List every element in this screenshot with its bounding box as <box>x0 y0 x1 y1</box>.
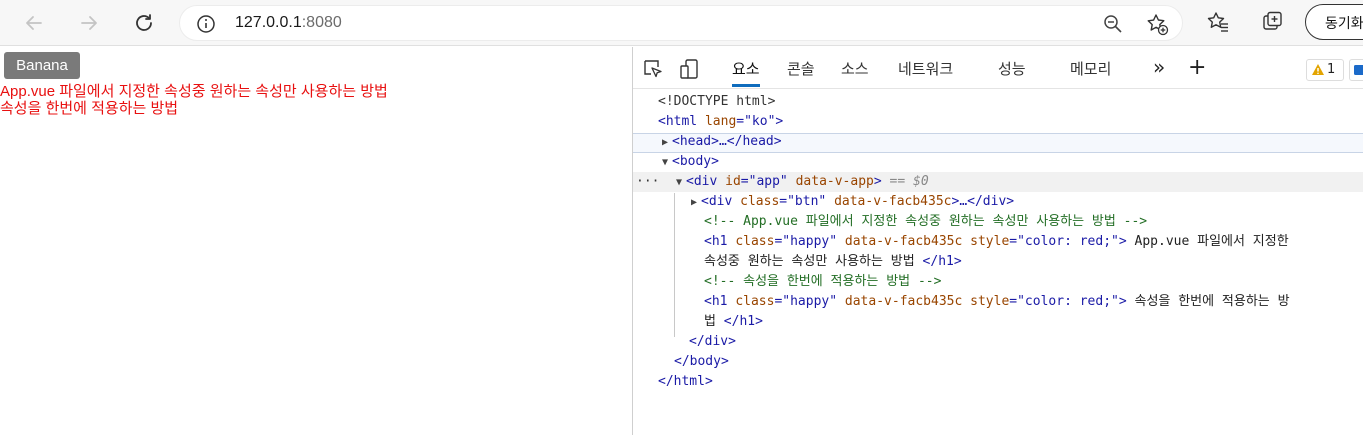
body-close-node[interactable]: </body> <box>674 352 729 372</box>
tab-network[interactable]: 네트워크 <box>898 58 953 79</box>
devtools-panel: 요소 콘솔 소스 네트워크 성능 메모리 » + 1 <!DOCTYPE htm… <box>633 47 1363 435</box>
h1-node-1[interactable]: <h1 class="happy" data-v-facb435c style=… <box>704 232 1289 252</box>
warnings-count: 1 <box>1327 62 1336 77</box>
html-tag: <html <box>658 114 698 129</box>
head-node[interactable]: ▶ <head>…</head> <box>662 132 782 152</box>
data-v-app-attr: data-v-app <box>795 174 874 189</box>
url-host: 127.0.0.1 <box>235 14 302 31</box>
div-tag: <div <box>701 194 733 209</box>
html-lang-attr: lang <box>704 114 737 129</box>
id-val: "app" <box>748 174 788 189</box>
style-attr: style <box>970 234 1010 249</box>
url-port: :8080 <box>301 14 342 31</box>
style-val: "color: red;" <box>1017 294 1119 309</box>
expand-triangle-icon[interactable]: ▶ <box>662 133 672 153</box>
doctype-node[interactable]: <!DOCTYPE html> <box>658 92 775 112</box>
style-attr: style <box>970 294 1010 309</box>
gt: > <box>1118 294 1127 309</box>
div-close-ellipsis: …</div> <box>959 194 1015 209</box>
url-text[interactable]: 127.0.0.1:8080 <box>235 14 342 32</box>
style-val: "color: red;" <box>1017 234 1119 249</box>
active-tab-indicator <box>732 84 760 87</box>
comment-node-2[interactable]: <!-- 속성을 한번에 적용하는 방법 --> <box>704 272 941 292</box>
app-div-node[interactable]: ··· ▼ <div id="app" data-v-app> == $0 <box>633 172 1363 192</box>
div-tag: <div <box>686 174 718 189</box>
h1-text: 속성중 원하는 속성만 사용하는 방법 <box>704 254 923 269</box>
collections-icon[interactable] <box>1261 10 1285 38</box>
h1-node-1-cont[interactable]: 속성중 원하는 속성만 사용하는 방법 </h1> <box>704 252 962 272</box>
html-lang-val: "ko" <box>744 114 776 129</box>
head-tag: <head>…</head> <box>672 134 782 149</box>
banana-button[interactable]: Banana <box>4 52 80 79</box>
row-menu-icon[interactable]: ··· <box>636 172 659 192</box>
address-bar[interactable]: 127.0.0.1:8080 <box>179 5 1183 41</box>
browser-toolbar: 127.0.0.1:8080 동기화 <box>0 0 1363 46</box>
data-v-attr: data-v-facb435c <box>844 294 963 309</box>
add-favorite-icon[interactable] <box>1145 12 1169 40</box>
h1-close-tag: </h1> <box>922 254 962 269</box>
data-v-attr: data-v-facb435c <box>844 234 963 249</box>
devtools-tab-bar: 요소 콘솔 소스 네트워크 성능 메모리 » + 1 <box>633 47 1363 89</box>
class-val: "btn" <box>787 194 827 209</box>
refresh-icon <box>136 14 152 31</box>
back-arrow-icon <box>26 16 42 30</box>
id-attr: id <box>725 174 741 189</box>
body-node[interactable]: ▼ <body> <box>662 152 719 172</box>
tree-guide-line <box>674 193 675 337</box>
warning-icon <box>1312 64 1324 75</box>
message-icon <box>1354 65 1363 75</box>
h1-text: App.vue 파일에서 지정한 <box>1126 234 1289 249</box>
body-tag: <body> <box>672 154 719 169</box>
site-info-icon[interactable] <box>196 14 216 38</box>
h1-tag: <h1 <box>704 234 728 249</box>
h1-text: 법 <box>704 314 724 329</box>
gt: > <box>775 114 784 129</box>
div-close-node[interactable]: </div> <box>689 332 736 352</box>
tab-performance[interactable]: 성능 <box>998 58 1026 79</box>
gt: > <box>873 174 882 189</box>
refresh-button[interactable] <box>129 8 159 38</box>
heading-line-1: App.vue 파일에서 지정한 속성중 원하는 속성만 사용하는 방법 <box>0 83 388 100</box>
class-attr: class <box>735 234 775 249</box>
forward-arrow-icon <box>81 16 97 30</box>
zoom-icon[interactable] <box>1102 13 1124 39</box>
comment-node-1[interactable]: <!-- App.vue 파일에서 지정한 속성중 원하는 속성만 사용하는 방… <box>704 212 1147 232</box>
page-content: Banana App.vue 파일에서 지정한 속성중 원하는 속성만 사용하는… <box>0 47 632 435</box>
h1-node-2-cont[interactable]: 법 </h1> <box>704 312 763 332</box>
class-val: "happy" <box>782 234 838 249</box>
btn-div-node[interactable]: ▶ <div class="btn" data-v-facb435c>…</div… <box>691 192 1014 212</box>
h1-close-tag: </h1> <box>723 314 763 329</box>
collapse-triangle-icon[interactable]: ▼ <box>662 153 672 173</box>
favorites-icon[interactable] <box>1206 10 1230 38</box>
tab-elements[interactable]: 요소 <box>732 58 760 79</box>
h1-text: 속성을 한번에 적용하는 방 <box>1126 294 1290 309</box>
add-tool-icon[interactable]: + <box>1188 55 1206 80</box>
heading-line-2: 속성을 한번에 적용하는 방법 <box>0 100 179 117</box>
back-button[interactable] <box>19 8 49 38</box>
h1-tag: <h1 <box>704 294 728 309</box>
gt: > <box>1118 234 1127 249</box>
class-val: "happy" <box>782 294 838 309</box>
html-close-node[interactable]: </html> <box>658 372 713 392</box>
warnings-badge[interactable]: 1 <box>1306 59 1344 81</box>
h1-node-2[interactable]: <h1 class="happy" data-v-facb435c style=… <box>704 292 1290 312</box>
sync-label: 동기화 <box>1325 16 1363 32</box>
tab-sources[interactable]: 소스 <box>841 58 869 79</box>
issues-badge[interactable] <box>1349 59 1363 81</box>
inspect-element-icon[interactable] <box>642 58 664 84</box>
tab-console[interactable]: 콘솔 <box>787 58 815 79</box>
class-attr: class <box>735 294 775 309</box>
more-tabs-icon[interactable]: » <box>1153 55 1165 79</box>
class-attr: class <box>740 194 780 209</box>
collapse-triangle-icon[interactable]: ▼ <box>676 173 686 193</box>
sync-button[interactable]: 동기화 <box>1305 4 1363 40</box>
tab-memory[interactable]: 메모리 <box>1070 58 1111 79</box>
html-node[interactable]: <html lang="ko"> <box>658 112 783 132</box>
expand-triangle-icon[interactable]: ▶ <box>691 193 701 213</box>
selected-marker: == $0 <box>889 174 929 189</box>
forward-button[interactable] <box>74 8 104 38</box>
data-v-attr: data-v-facb435c <box>834 194 952 209</box>
device-toolbar-icon[interactable] <box>678 58 700 84</box>
